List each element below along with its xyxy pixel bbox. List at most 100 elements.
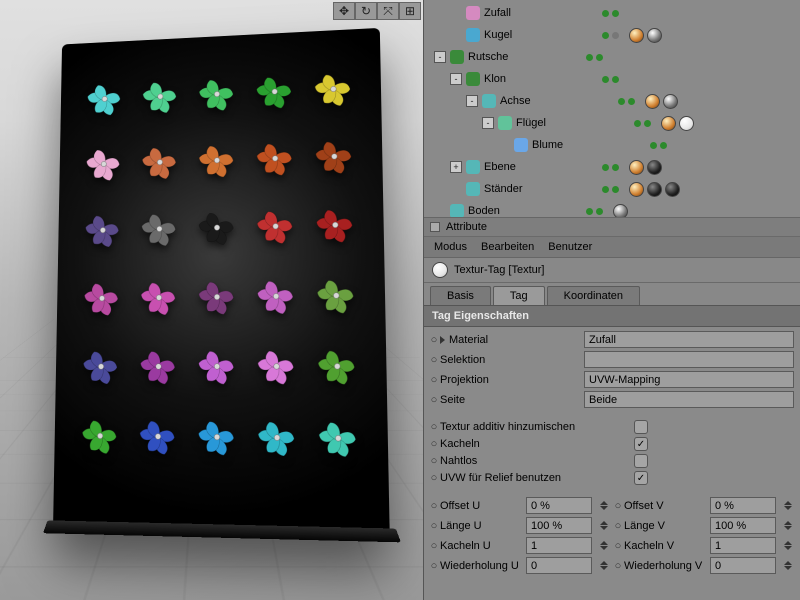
num-offset-u[interactable]: 0 %: [526, 497, 592, 514]
tree-row[interactable]: - Klon: [424, 68, 800, 90]
tag-list: [613, 204, 628, 219]
display-stand: [53, 28, 390, 539]
material-tag-icon[interactable]: [661, 116, 676, 131]
viewport-move-icon[interactable]: ✥: [333, 2, 355, 20]
menu-modus[interactable]: Modus: [434, 241, 467, 253]
lbl-uvw: UVW für Relief benutzen: [440, 472, 561, 484]
material-tag-icon[interactable]: [663, 94, 678, 109]
field-seite[interactable]: Beide: [584, 391, 794, 408]
visibility-dots[interactable]: [602, 10, 619, 17]
num-kacheln-u[interactable]: 1: [526, 537, 592, 554]
chk-additiv[interactable]: [634, 420, 648, 434]
propeller: [132, 265, 186, 330]
visibility-dots[interactable]: [602, 164, 619, 171]
spinner-icon[interactable]: [782, 541, 794, 550]
tree-row[interactable]: Kugel: [424, 24, 800, 46]
tree-row[interactable]: - Rutsche: [424, 46, 800, 68]
material-tag-icon[interactable]: [613, 204, 628, 219]
material-tag-icon[interactable]: [665, 182, 680, 197]
object-name[interactable]: Rutsche: [468, 51, 578, 63]
viewport-layout-icon[interactable]: ⊞: [399, 2, 421, 20]
object-icon: [450, 50, 464, 64]
attribute-header: Attribute: [424, 218, 800, 237]
object-name[interactable]: Blume: [532, 139, 642, 151]
chk-nahtlos[interactable]: [634, 454, 648, 468]
visibility-dots[interactable]: [602, 32, 619, 39]
lbl-material: Material: [449, 334, 488, 346]
material-tag-icon[interactable]: [629, 182, 644, 197]
tab-tag[interactable]: Tag: [493, 286, 545, 305]
object-name[interactable]: Ständer: [484, 183, 594, 195]
visibility-dots[interactable]: [634, 120, 651, 127]
menu-benutzer[interactable]: Benutzer: [548, 241, 592, 253]
material-tag-icon[interactable]: [647, 160, 662, 175]
menu-bearbeiten[interactable]: Bearbeiten: [481, 241, 534, 253]
tab-koordinaten[interactable]: Koordinaten: [547, 286, 640, 305]
propeller: [190, 128, 244, 193]
object-name[interactable]: Achse: [500, 95, 610, 107]
field-selektion[interactable]: [584, 351, 794, 368]
material-tag-icon[interactable]: [629, 28, 644, 43]
object-icon: [466, 72, 480, 86]
object-name[interactable]: Klon: [484, 73, 594, 85]
visibility-dots[interactable]: [650, 142, 667, 149]
viewport-rotate-icon[interactable]: ↻: [355, 2, 377, 20]
material-tag-icon[interactable]: [629, 160, 644, 175]
object-name[interactable]: Ebene: [484, 161, 594, 173]
visibility-dots[interactable]: [618, 98, 635, 105]
tree-row[interactable]: Zufall: [424, 2, 800, 24]
expander-icon[interactable]: +: [450, 161, 462, 173]
spinner-icon[interactable]: [782, 561, 794, 570]
propeller: [189, 404, 244, 472]
num-kacheln-v[interactable]: 1: [710, 537, 776, 554]
num-laenge-u[interactable]: 100 %: [526, 517, 592, 534]
object-manager[interactable]: ZufallKugel-Rutsche-Klon-Achse-FlügelBlu…: [424, 0, 800, 218]
num-laenge-v[interactable]: 100 %: [710, 517, 776, 534]
expander-icon[interactable]: -: [434, 51, 446, 63]
num-wiederholung-v[interactable]: 0: [710, 557, 776, 574]
object-name[interactable]: Kugel: [484, 29, 594, 41]
num-offset-v[interactable]: 0 %: [710, 497, 776, 514]
spinner-icon[interactable]: [598, 521, 610, 530]
tree-row[interactable]: + Ebene: [424, 156, 800, 178]
object-icon: [466, 182, 480, 196]
attribute-toggle-icon[interactable]: [430, 222, 440, 232]
chk-uvw[interactable]: ✓: [634, 471, 648, 485]
right-panel: ZufallKugel-Rutsche-Klon-Achse-FlügelBlu…: [424, 0, 800, 600]
tree-row[interactable]: Ständer: [424, 178, 800, 200]
tab-basis[interactable]: Basis: [430, 286, 491, 305]
spinner-icon[interactable]: [598, 541, 610, 550]
spinner-icon[interactable]: [782, 501, 794, 510]
object-name[interactable]: Zufall: [484, 7, 594, 19]
visibility-dots[interactable]: [586, 54, 603, 61]
material-tag-icon[interactable]: [645, 94, 660, 109]
viewport-zoom-icon[interactable]: ⤧: [377, 2, 399, 20]
viewport-3d[interactable]: ✥ ↻ ⤧ ⊞: [0, 0, 424, 600]
material-tag-icon[interactable]: [647, 182, 662, 197]
tree-row[interactable]: - Achse: [424, 90, 800, 112]
tree-row[interactable]: Blume: [424, 134, 800, 156]
spinner-icon[interactable]: [782, 521, 794, 530]
chk-kacheln[interactable]: ✓: [634, 437, 648, 451]
propeller: [131, 403, 186, 470]
num-wiederholung-u[interactable]: 0: [526, 557, 592, 574]
field-projektion[interactable]: UVW-Mapping: [584, 371, 794, 388]
object-name[interactable]: Boden: [468, 205, 578, 217]
object-name[interactable]: Flügel: [516, 117, 626, 129]
tag-list: [645, 94, 678, 109]
tree-row[interactable]: - Flügel: [424, 112, 800, 134]
spinner-icon[interactable]: [598, 561, 610, 570]
object-icon: [466, 28, 480, 42]
material-tag-icon[interactable]: [647, 28, 662, 43]
visibility-dots[interactable]: [586, 208, 603, 215]
propeller: [248, 333, 304, 400]
visibility-dots[interactable]: [602, 76, 619, 83]
expander-icon[interactable]: -: [466, 95, 478, 107]
spinner-icon[interactable]: [598, 501, 610, 510]
expander-icon[interactable]: -: [482, 117, 494, 129]
field-material[interactable]: Zufall: [584, 331, 794, 348]
material-tag-icon[interactable]: [679, 116, 694, 131]
visibility-dots[interactable]: [602, 186, 619, 193]
expander-icon[interactable]: -: [450, 73, 462, 85]
tree-row[interactable]: Boden: [424, 200, 800, 218]
